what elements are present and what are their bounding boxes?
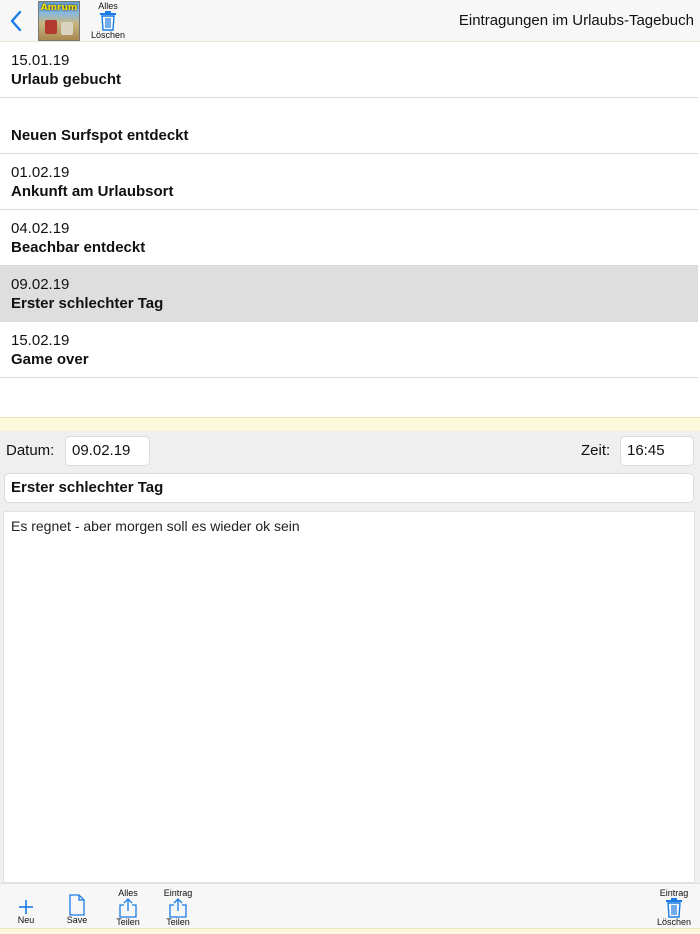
beach-chair-shape <box>45 20 57 34</box>
plus-icon <box>19 900 33 914</box>
entry-date: 15.02.19 <box>11 332 70 349</box>
navigation-bar: Amrum Alles Löschen Eintragungen im Urla… <box>0 0 700 42</box>
trash-icon <box>666 898 682 918</box>
share-entry-label-top: Eintrag <box>163 888 193 898</box>
list-item[interactable]: Neuen Surfspot entdeckt <box>0 98 698 154</box>
entry-date: 04.02.19 <box>11 220 70 237</box>
split-view-divider[interactable] <box>0 417 700 431</box>
trash-icon <box>100 11 116 31</box>
share-all-label-top: Alles <box>118 888 138 898</box>
time-field[interactable]: 16:45 <box>620 436 694 466</box>
share-all-button[interactable]: Alles Teilen <box>108 889 148 927</box>
entry-date: 15.01.19 <box>11 52 70 69</box>
entry-title: Ankunft am Urlaubsort <box>11 183 174 200</box>
list-item[interactable]: 15.01.19 Urlaub gebucht <box>0 42 698 98</box>
list-item[interactable]: 15.02.19 Game over <box>0 322 698 378</box>
new-entry-label: Neu <box>17 915 35 925</box>
share-entry-button[interactable]: Eintrag Teilen <box>156 889 200 927</box>
list-item[interactable]: 01.02.19 Ankunft am Urlaubsort <box>0 154 698 210</box>
delete-all-label-top: Alles <box>98 1 118 11</box>
entry-date <box>11 108 698 126</box>
entry-list: 15.01.19 Urlaub gebucht Neuen Surfspot e… <box>0 42 700 417</box>
document-icon <box>69 894 85 916</box>
entry-date: 01.02.19 <box>11 164 70 181</box>
share-all-label-bottom: Teilen <box>116 917 140 927</box>
entry-title: Urlaub gebucht <box>11 71 122 88</box>
entry-title: Erster schlechter Tag <box>11 295 164 312</box>
entry-title-field[interactable]: Erster schlechter Tag <box>4 473 694 503</box>
app-thumbnail-image[interactable]: Amrum <box>38 1 80 41</box>
delete-all-label-bottom: Löschen <box>90 30 126 40</box>
delete-all-button[interactable]: Alles Löschen <box>88 2 128 40</box>
entry-title: Game over <box>11 351 89 368</box>
entry-detail-editor: Datum: 09.02.19 Zeit: 16:45 Erster schle… <box>0 431 700 883</box>
list-item[interactable]: 04.02.19 Beachbar entdeckt <box>0 210 698 266</box>
share-icon <box>169 898 187 918</box>
thumbnail-label: Amrum <box>40 3 78 13</box>
delete-entry-button[interactable]: Eintrag Löschen <box>652 889 696 927</box>
share-entry-label-bottom: Teilen <box>166 917 190 927</box>
date-label: Datum: <box>6 442 55 459</box>
date-field[interactable]: 09.02.19 <box>65 436 150 466</box>
entry-date: 09.02.19 <box>11 276 70 293</box>
entry-title: Neuen Surfspot entdeckt <box>11 127 189 144</box>
save-button[interactable]: Save <box>60 894 94 925</box>
beach-chair-shape <box>61 22 73 35</box>
entry-notes-textarea[interactable]: Es regnet - aber morgen soll es wieder o… <box>3 511 695 883</box>
bottom-toolbar: Neu Save Alles Teilen Eintrag Teilen Ein… <box>0 883 700 934</box>
list-item-selected[interactable]: 09.02.19 Erster schlechter Tag <box>0 266 698 322</box>
delete-entry-label-top: Eintrag <box>659 888 689 898</box>
toolbar-bottom-strip <box>0 928 700 934</box>
delete-entry-label-bottom: Löschen <box>656 917 692 927</box>
chevron-left-icon <box>10 10 22 32</box>
share-icon <box>119 898 137 918</box>
back-button[interactable] <box>6 8 28 34</box>
new-entry-button[interactable]: Neu <box>8 898 44 925</box>
page-title: Eintragungen im Urlaubs-Tagebuch <box>458 12 694 29</box>
save-label: Save <box>66 915 88 925</box>
entry-title: Beachbar entdeckt <box>11 239 146 256</box>
time-label: Zeit: <box>581 442 611 459</box>
